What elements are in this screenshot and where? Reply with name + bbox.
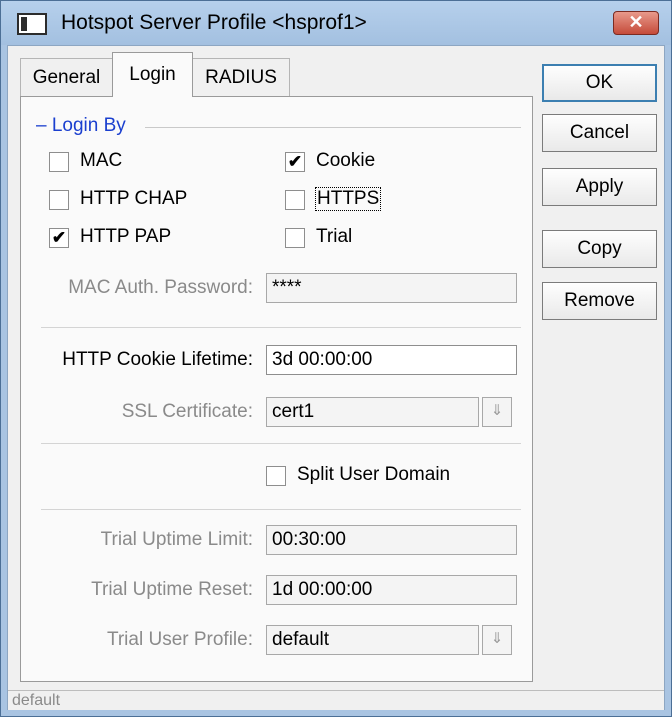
http-cookie-lifetime-label: HTTP Cookie Lifetime: [62, 349, 253, 370]
trial-uptime-reset-field[interactable]: 1d 00:00:00 [266, 575, 517, 605]
http-cookie-lifetime-input[interactable]: 3d 00:00:00 [266, 345, 517, 375]
cookie-checkbox-label: Cookie [316, 150, 376, 171]
tab-login[interactable]: Login [112, 52, 193, 97]
mac-auth-password-label: MAC Auth. Password: [68, 277, 253, 298]
http-pap-checkbox-label: HTTP PAP [80, 226, 172, 247]
ssl-certificate-row: SSL Certificate: [21, 397, 253, 427]
ssl-certificate-dropdown-icon[interactable]: ⇓ [482, 397, 512, 427]
tab-general[interactable]: General [20, 58, 113, 96]
dialog-body: General Login RADIUS – Login By MAC ✔ Co… [7, 45, 665, 710]
cancel-button[interactable]: Cancel [542, 114, 657, 152]
http-cookie-lifetime-row: HTTP Cookie Lifetime: [21, 345, 253, 375]
login-tab-panel: – Login By MAC ✔ Cookie HTTP CHAP HTTPS … [20, 96, 533, 682]
trial-user-profile-select[interactable]: default [266, 625, 479, 655]
check-icon[interactable]: ✔ [49, 228, 69, 248]
apply-button[interactable]: Apply [542, 168, 657, 206]
tab-radius[interactable]: RADIUS [192, 58, 290, 96]
http-chap-checkbox-label: HTTP CHAP [80, 188, 188, 209]
ssl-certificate-select[interactable]: cert1 [266, 397, 479, 427]
mac-checkbox-box[interactable] [49, 152, 69, 172]
title-bar[interactable]: Hotspot Server Profile <hsprof1> ✕ [1, 1, 671, 45]
trial-uptime-reset-label: Trial Uptime Reset: [91, 579, 253, 600]
mac-auth-password-field[interactable]: **** [266, 273, 517, 303]
window-icon [17, 13, 47, 35]
split-user-domain-checkbox-box[interactable] [266, 466, 286, 486]
mac-auth-password-row: MAC Auth. Password: [21, 273, 253, 303]
trial-uptime-limit-label: Trial Uptime Limit: [100, 529, 253, 550]
window-title: Hotspot Server Profile <hsprof1> [61, 11, 367, 34]
trial-user-profile-label: Trial User Profile: [106, 629, 253, 650]
separator [41, 509, 521, 510]
ssl-certificate-label: SSL Certificate: [121, 401, 253, 422]
mac-checkbox-label: MAC [80, 150, 123, 171]
trial-user-profile-row: Trial User Profile: [21, 625, 253, 655]
http-chap-checkbox-box[interactable] [49, 190, 69, 210]
split-user-domain-label: Split User Domain [297, 464, 451, 485]
copy-button[interactable]: Copy [542, 230, 657, 268]
https-checkbox-box[interactable] [285, 190, 305, 210]
ok-button[interactable]: OK [542, 64, 657, 102]
hotspot-server-profile-window: Hotspot Server Profile <hsprof1> ✕ Gener… [0, 0, 672, 717]
check-icon[interactable]: ✔ [285, 152, 305, 172]
remove-button[interactable]: Remove [542, 282, 657, 320]
trial-uptime-limit-row: Trial Uptime Limit: [21, 525, 253, 555]
group-divider [145, 127, 521, 128]
trial-user-profile-dropdown-icon[interactable]: ⇓ [482, 625, 512, 655]
status-bar: default [8, 690, 664, 710]
separator [41, 443, 521, 444]
trial-uptime-limit-field[interactable]: 00:30:00 [266, 525, 517, 555]
close-button[interactable]: ✕ [613, 11, 659, 35]
trial-uptime-reset-row: Trial Uptime Reset: [21, 575, 253, 605]
separator [41, 327, 521, 328]
login-by-legend: – Login By [36, 115, 132, 137]
trial-checkbox-label: Trial [316, 226, 353, 247]
https-checkbox-label: HTTPS [314, 187, 382, 211]
trial-checkbox-box[interactable] [285, 228, 305, 248]
